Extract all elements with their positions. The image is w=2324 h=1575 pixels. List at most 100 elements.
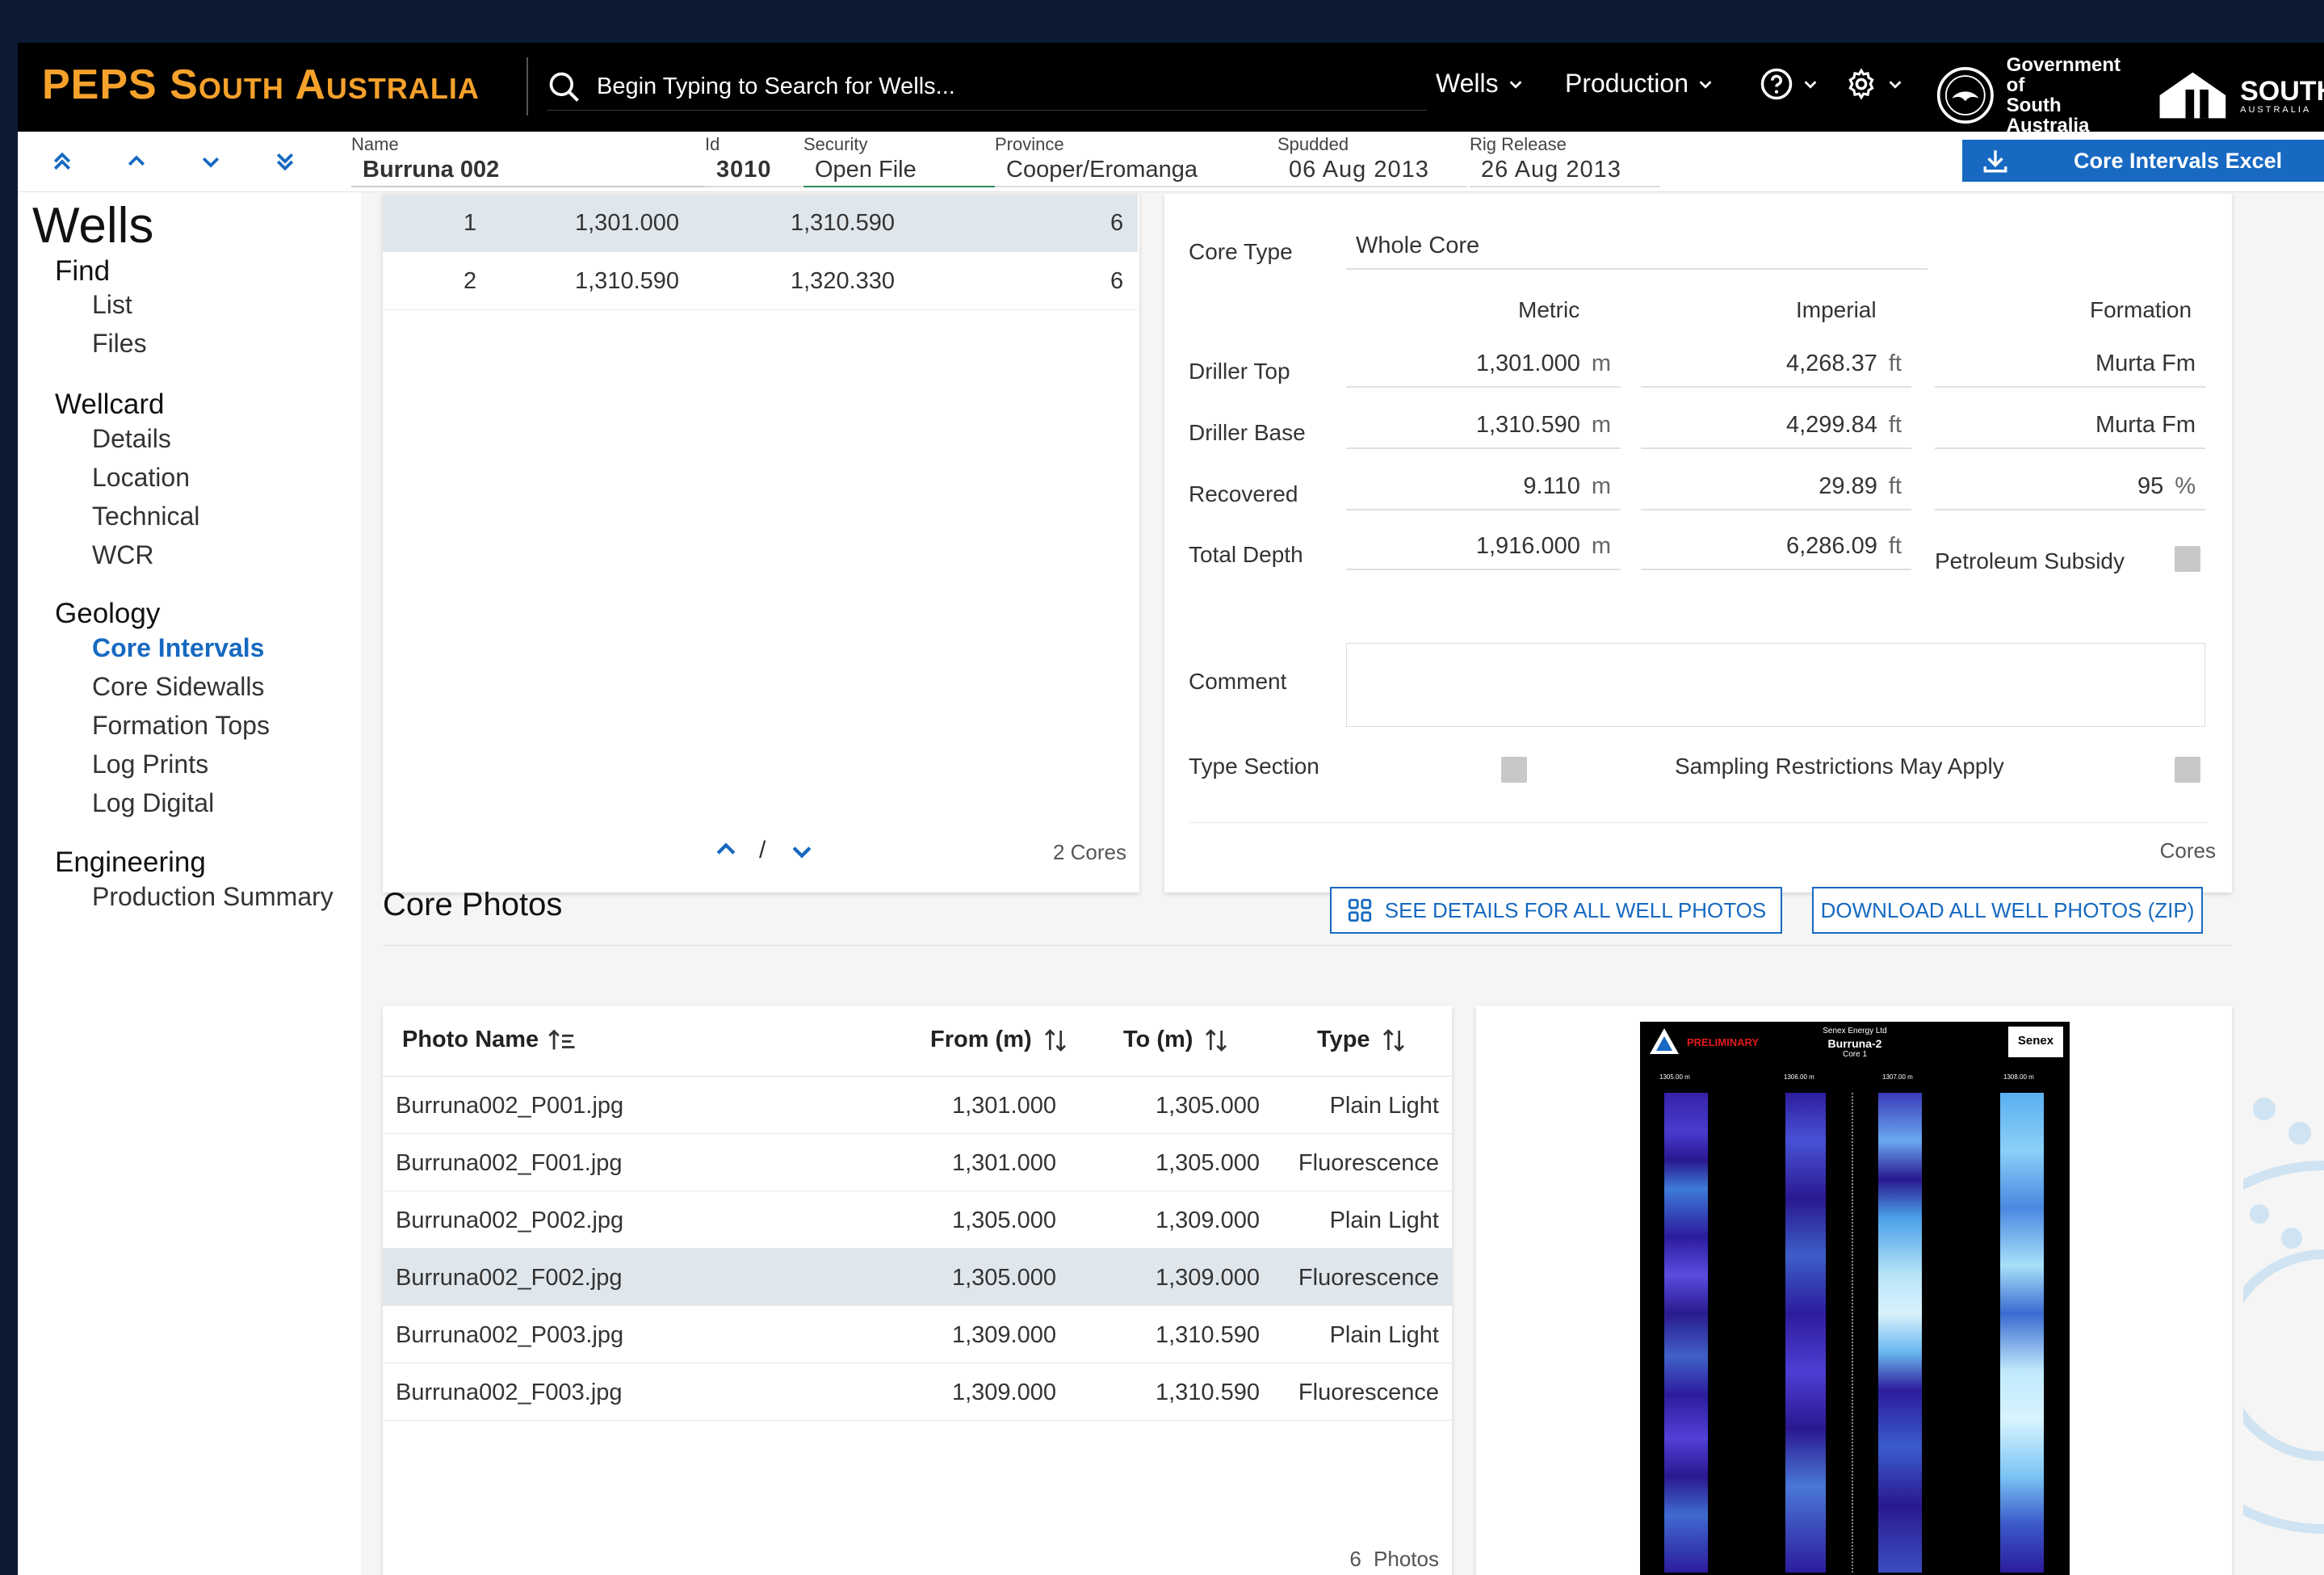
gov-line-2: South Australia (2006, 94, 2090, 136)
column-to[interactable]: To (m) (1123, 1027, 1230, 1053)
photo-preview-panel: PRELIMINARY Senex Energy Ltd Burruna-2 C… (1476, 1006, 2232, 1575)
sidebar-item-technical[interactable]: Technical (92, 502, 199, 531)
core-column (1664, 1093, 1708, 1573)
recovered-label: Recovered (1189, 481, 1298, 506)
government-logo[interactable]: Government of South Australia SOUTH AUST… (1936, 55, 2324, 136)
core-count: 2 Cores (1052, 840, 1126, 864)
photo-type: Fluorescence (1298, 1265, 1439, 1291)
recovered-imperial: 29.89 ft (1641, 467, 1911, 510)
core-intervals-list: 1 1,301.000 1,310.590 6 2 1,310.590 1,32… (383, 194, 1139, 892)
value: 9.110 (1523, 473, 1580, 499)
brand-logo[interactable]: PEPS South Australia (42, 61, 480, 109)
last-record-icon[interactable] (273, 149, 297, 174)
value: 95 (2137, 473, 2164, 499)
sidebar-section-geology: Geology (55, 598, 161, 629)
sidebar-item-details[interactable]: Details (92, 424, 171, 454)
type-section-checkbox[interactable] (1501, 757, 1527, 783)
sidebar-item-wcr[interactable]: WCR (92, 540, 153, 570)
sidebar-item-location[interactable]: Location (92, 463, 190, 493)
core-label: Core 1 (1842, 1050, 1867, 1059)
column-label: Photo Name (402, 1027, 539, 1052)
photo-type: Fluorescence (1298, 1150, 1439, 1176)
app-window: PEPS South Australia Wells Production Go… (18, 43, 2324, 1575)
photo-type: Plain Light (1329, 1208, 1439, 1233)
core-photo-image[interactable]: PRELIMINARY Senex Energy Ltd Burruna-2 C… (1640, 1022, 2070, 1575)
table-row[interactable]: 2 1,310.590 1,320.330 6 (383, 252, 1138, 310)
petroleum-subsidy-checkbox[interactable] (2175, 546, 2200, 572)
sidebar-item-core-intervals[interactable]: Core Intervals (92, 633, 264, 663)
grid-icon (1348, 898, 1371, 922)
sidebar-item-log-digital[interactable]: Log Digital (92, 788, 214, 818)
chevron-down-icon (1889, 81, 1902, 89)
unit: ft (1888, 473, 1902, 499)
sampling-restrictions-checkbox[interactable] (2175, 757, 2200, 783)
comment-label: Comment (1189, 669, 1287, 694)
photo-type: Fluorescence (1298, 1380, 1439, 1405)
search-bar[interactable] (547, 64, 1427, 111)
menu-production[interactable]: Production (1565, 69, 1714, 99)
table-row[interactable]: Burruna002_F003.jpg 1,309.000 1,310.590 … (383, 1363, 1452, 1421)
cores-footer: Cores (2159, 838, 2216, 863)
column-from[interactable]: From (m) (930, 1027, 1069, 1053)
depth-mark: 1308.00 m (2003, 1073, 2034, 1081)
settings-menu[interactable] (1844, 67, 1904, 101)
search-input[interactable] (597, 74, 1388, 100)
pager-up-icon[interactable] (712, 836, 740, 863)
table-row[interactable]: 1 1,301.000 1,310.590 6 (383, 194, 1138, 252)
column-photo-name[interactable]: Photo Name (402, 1027, 576, 1053)
column-label: From (m) (930, 1027, 1032, 1052)
table-row[interactable]: Burruna002_P002.jpg 1,305.000 1,309.000 … (383, 1191, 1452, 1249)
field-id: Id 3010 (705, 136, 802, 187)
well-id-value: 3010 (705, 153, 802, 187)
driller-top-metric: 1,301.000 m (1346, 344, 1621, 388)
table-row[interactable]: Burruna002_P001.jpg 1,301.000 1,305.000 … (383, 1077, 1452, 1134)
help-menu[interactable] (1760, 67, 1819, 101)
photo-to: 1,310.590 (1155, 1322, 1260, 1348)
table-row-selected[interactable]: Burruna002_F002.jpg 1,305.000 1,309.000 … (383, 1249, 1452, 1306)
rig-release-value: 26 Aug 2013 (1470, 153, 1660, 187)
formation-header: Formation (2090, 297, 2192, 322)
unit: ft (1888, 351, 1902, 376)
photo-from: 1,301.000 (951, 1150, 1056, 1176)
value: 4,268.37 (1785, 351, 1877, 376)
next-record-icon[interactable] (199, 149, 223, 174)
driller-top-formation: Murta Fm (1935, 344, 2205, 388)
previous-record-icon[interactable] (124, 149, 149, 174)
divider (1189, 822, 2208, 823)
depth-mark: 1306.00 m (1784, 1073, 1814, 1081)
sidebar-item-formation-tops[interactable]: Formation Tops (92, 711, 270, 741)
menu-wells[interactable]: Wells (1436, 69, 1525, 99)
photo-name: Burruna002_F003.jpg (396, 1380, 623, 1405)
sampling-restrictions-label: Sampling Restrictions May Apply (1675, 754, 2004, 779)
chevron-down-icon (1804, 81, 1817, 89)
core-intervals-excel-button[interactable]: Core Intervals Excel (1962, 140, 2324, 182)
table-row[interactable]: Burruna002_F001.jpg 1,301.000 1,305.000 … (383, 1134, 1452, 1191)
download-all-photos-button[interactable]: DOWNLOAD ALL WELL PHOTOS (ZIP) (1812, 887, 2203, 934)
table-row[interactable]: Burruna002_P003.jpg 1,309.000 1,310.590 … (383, 1306, 1452, 1363)
pager-down-icon[interactable] (788, 838, 816, 865)
see-details-all-photos-button[interactable]: SEE DETAILS FOR ALL WELL PHOTOS (1330, 887, 1782, 934)
first-record-icon[interactable] (50, 149, 74, 174)
chevron-down-icon (1699, 80, 1712, 89)
value: 1,916.000 (1475, 533, 1580, 559)
unit: m (1591, 533, 1611, 559)
sidebar-item-core-sidewalls[interactable]: Core Sidewalls (92, 672, 264, 702)
sidebar-item-files[interactable]: Files (92, 329, 147, 359)
unit: m (1591, 351, 1611, 376)
photo-type: Plain Light (1329, 1093, 1439, 1119)
photo-from: 1,305.000 (951, 1265, 1056, 1291)
column-type[interactable]: Type (1317, 1027, 1407, 1053)
photo-name: Burruna002_P003.jpg (396, 1322, 624, 1348)
recovered-percent: 95% (1935, 467, 2205, 510)
photo-from: 1,305.000 (951, 1208, 1056, 1233)
menu-production-label: Production (1565, 69, 1688, 98)
sort-icon (1382, 1028, 1404, 1052)
sidebar-item-log-prints[interactable]: Log Prints (92, 750, 208, 779)
sidebar-item-list[interactable]: List (92, 290, 132, 320)
core-base: 1,320.330 (791, 268, 896, 294)
search-icon (549, 72, 579, 102)
sidebar-item-production-summary[interactable]: Production Summary (92, 882, 333, 912)
decorative-arcs (2243, 1098, 2324, 1534)
comment-field[interactable] (1346, 643, 2205, 727)
photo-to: 1,309.000 (1155, 1265, 1260, 1291)
